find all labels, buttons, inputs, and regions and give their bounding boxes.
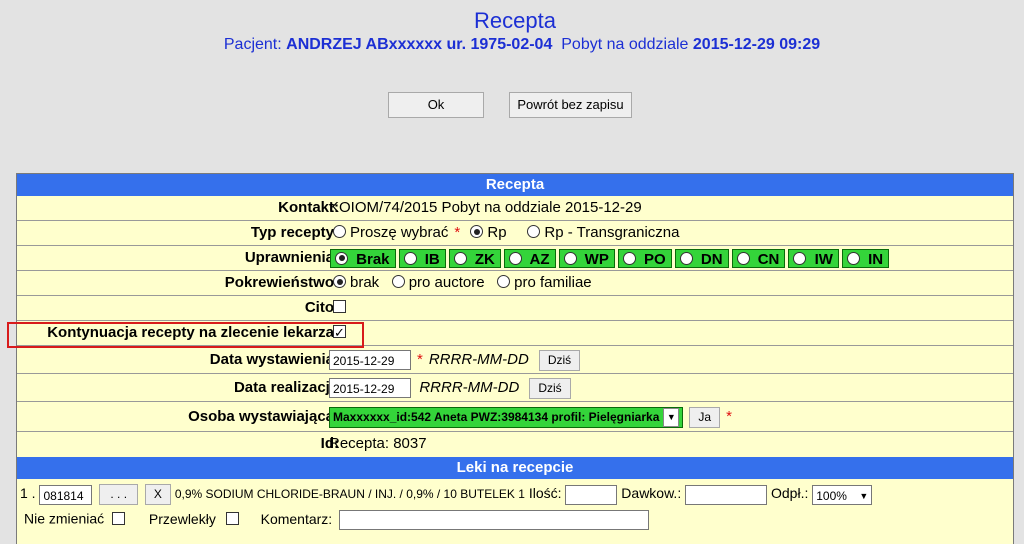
pokrewienstwo-pro-familiae[interactable]: pro familiae — [497, 274, 592, 291]
required-marker: * — [454, 224, 461, 241]
back-without-save-button[interactable]: Powrót bez zapisu — [509, 92, 632, 118]
stay-date: 2015-12-29 09:29 — [692, 36, 821, 53]
data-wystawienia-label: Data wystawienia: — [209, 351, 339, 368]
dawkow-label: Dawkow.: — [621, 485, 682, 502]
row-data-wystawienia: Data wystawienia: 2015-12-29 * RRRR-MM-DD D… — [17, 346, 1013, 374]
patient-name: ANDRZEJ ABxxxxxx ur. 1975-02-04 — [286, 36, 553, 53]
id-value: Recepta: 8037 — [329, 435, 427, 452]
kontakt-value: KOIOM/74/2015 Pobyt na oddziale 2015-12-… — [329, 199, 642, 216]
uprawnienie-in[interactable]: IN — [841, 248, 890, 268]
highlight-frame — [7, 322, 364, 348]
row-id: Id: Recepta: 8037 — [17, 432, 1013, 457]
radio-icon — [736, 251, 750, 265]
uprawnienie-wp[interactable]: WP — [558, 248, 615, 268]
uprawnienie-ib[interactable]: IB — [398, 248, 446, 268]
date-format-hint: RRRR-MM-DD — [419, 379, 520, 396]
komentarz-label: Komentarz: — [260, 510, 333, 527]
uprawnienie-brak[interactable]: Brak — [330, 248, 396, 268]
radio-icon — [497, 275, 511, 288]
przewlekly-checkbox[interactable] — [225, 511, 239, 525]
row-kontakt: Kontakt: KOIOM/74/2015 Pobyt na oddziale… — [17, 196, 1013, 221]
radio-checked-icon — [333, 275, 346, 288]
radio-icon — [679, 251, 693, 265]
uprawnienie-cn[interactable]: CN — [731, 248, 786, 268]
uprawnienie-iw[interactable]: IW — [788, 248, 839, 268]
pokrewienstwo-brak[interactable]: brak — [333, 274, 379, 291]
today-button[interactable]: Dziś — [538, 349, 581, 371]
uprawnienie-po[interactable]: PO — [617, 248, 672, 268]
radio-icon — [563, 251, 577, 265]
row-uprawnienia: Uprawnienia: Brak IB ZK AZ WP PO DN CN I… — [17, 246, 1013, 271]
cito-checkbox[interactable] — [333, 300, 346, 313]
ok-button[interactable]: Ok — [388, 92, 484, 118]
section-header-recepta: Recepta — [17, 174, 1013, 196]
row-typ-recepty: Typ recepty: Proszę wybrać * Rp Rp - Tran… — [17, 221, 1013, 246]
radio-icon — [508, 251, 522, 265]
nie-zmieniac-checkbox[interactable] — [112, 511, 126, 525]
radio-icon — [793, 251, 807, 265]
row-cito: Cito: — [17, 296, 1013, 321]
uprawnienie-dn[interactable]: DN — [674, 248, 729, 268]
typ-option-rp[interactable]: Rp — [470, 224, 507, 241]
radio-icon — [403, 251, 417, 265]
date-format-hint: RRRR-MM-DD — [428, 351, 529, 368]
odplatnosc-select[interactable]: 100% ▼ — [812, 484, 873, 505]
section-header-leki: Leki na recepcie — [17, 457, 1013, 479]
uprawnienie-az[interactable]: AZ — [503, 248, 556, 268]
radio-icon — [391, 275, 405, 288]
komentarz-input[interactable] — [339, 510, 650, 530]
required-marker: * — [726, 408, 732, 425]
przewlekly-label: Przewlekły — [148, 510, 216, 527]
osoba-label: Osoba wystawiająca: — [188, 408, 339, 425]
row-pokrewienstwo: Pokrewieństwo: brak pro auctore pro fami… — [17, 271, 1013, 296]
ja-button[interactable]: Ja — [689, 406, 721, 428]
odpl-label: Odpł.: — [771, 485, 809, 502]
drug-row: 1 . 081814 . . . X 0,9% SODIUM CHLORIDE-… — [20, 484, 873, 505]
dawkowanie-input[interactable] — [685, 484, 768, 505]
nie-zmieniac-label: Nie zmieniać — [24, 510, 105, 527]
page-title: Recepta — [474, 8, 556, 33]
remove-drug-button[interactable]: X — [144, 484, 171, 505]
ilosc-input[interactable] — [565, 484, 618, 505]
radio-checked-icon — [335, 251, 348, 265]
pokrewienstwo-pro-auctore[interactable]: pro auctore — [391, 274, 485, 291]
required-marker: * — [417, 351, 423, 368]
uprawnienia-label: Uprawnienia: — [244, 249, 339, 266]
uprawnienie-zk[interactable]: ZK — [448, 248, 501, 268]
typ-option-prosze[interactable]: Proszę wybrać — [333, 224, 448, 241]
radio-icon — [333, 225, 346, 238]
prescription-form: Recepta Kontakt: KOIOM/74/2015 Pobyt na … — [16, 173, 1014, 544]
radio-icon — [622, 251, 636, 265]
data-realizacji-input[interactable]: 2015-12-29 — [329, 378, 411, 399]
chevron-down-icon: ▼ — [663, 407, 680, 427]
pokrewienstwo-label: Pokrewieństwo: — [224, 274, 339, 291]
radio-icon — [846, 251, 860, 265]
row-data-realizacji: Data realizacji: 2015-12-29 RRRR-MM-DD Dz… — [17, 374, 1013, 402]
data-realizacji-label: Data realizacji: — [233, 379, 339, 396]
typ-option-transgraniczna[interactable]: Rp - Transgraniczna — [527, 224, 679, 241]
today-button[interactable]: Dziś — [529, 377, 571, 399]
drug-number: 1 . — [20, 485, 36, 502]
row-osoba-wystawiajaca: Osoba wystawiająca: Maxxxxxx_id:542 Anet… — [17, 402, 1013, 432]
radio-icon — [453, 251, 467, 265]
radio-icon — [527, 225, 541, 238]
osoba-select[interactable]: Maxxxxxx_id:542 Aneta PWZ:3984134 profil… — [329, 406, 684, 428]
chevron-down-icon: ▼ — [859, 490, 869, 501]
stay-label: Pobyt na oddziale — [561, 36, 689, 53]
drug-code-input[interactable]: 081814 — [39, 484, 93, 505]
radio-checked-icon — [470, 225, 484, 238]
patient-info: Pacjent: ANDRZEJ ABxxxxxx ur. 1975-02-04… — [0, 36, 1024, 54]
ilosc-label: Ilość: — [528, 485, 562, 502]
patient-label: Pacjent: — [223, 36, 282, 53]
typ-recepty-label: Typ recepty: — [250, 224, 339, 241]
browse-button[interactable]: . . . — [99, 484, 139, 505]
drug-name: 0,9% SODIUM CHLORIDE-BRAUN / INJ. / 0,9%… — [174, 487, 525, 502]
data-wystawienia-input[interactable]: 2015-12-29 — [329, 350, 411, 371]
drug-options-row: Nie zmieniać Przewlekły Komentarz: — [24, 510, 650, 530]
